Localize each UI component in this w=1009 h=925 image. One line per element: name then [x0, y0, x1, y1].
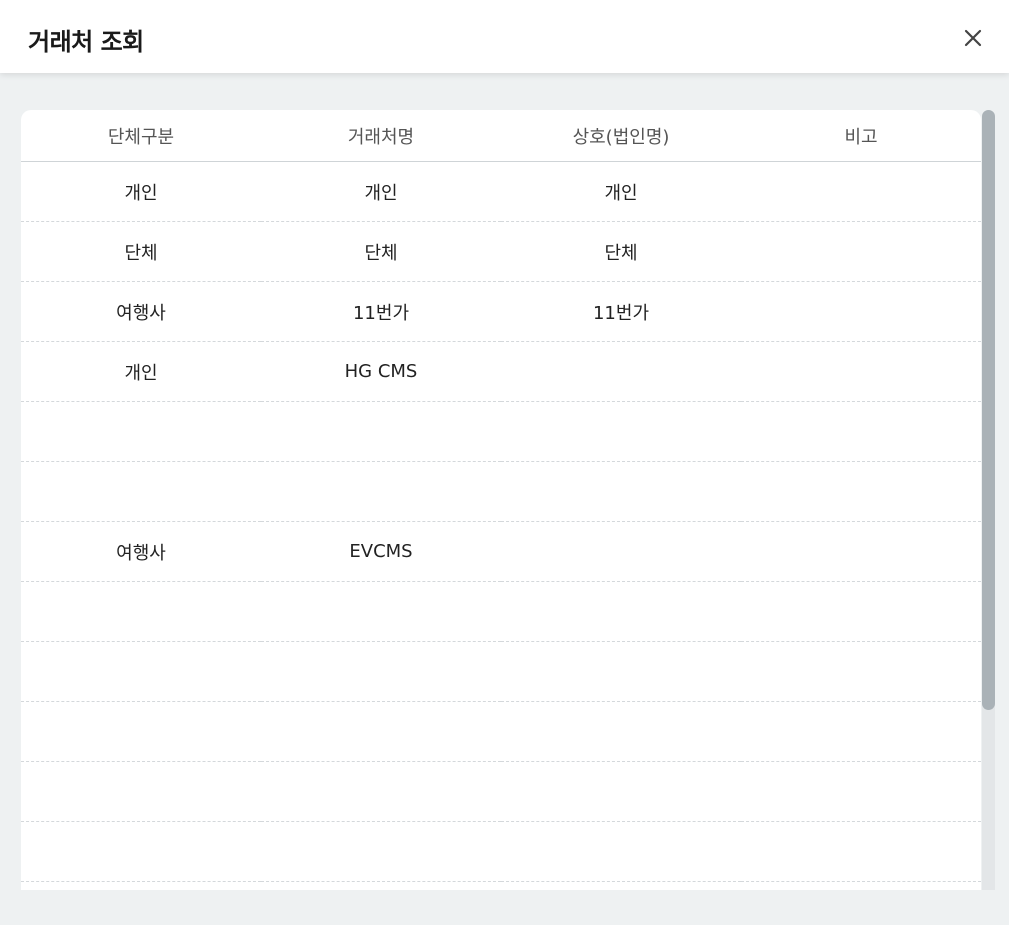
cell-remarks: [741, 821, 981, 882]
dialog-header: 거래처 조회: [0, 0, 1009, 73]
cell-company-name: [501, 821, 741, 882]
cell-group-type: [21, 761, 261, 822]
cell-client-name: EVCMS: [261, 521, 501, 582]
cell-client-name: [261, 701, 501, 762]
cell-remarks: [741, 341, 981, 402]
cell-client-name: [261, 581, 501, 642]
close-button[interactable]: [958, 23, 988, 53]
cell-group-type: 여행사: [21, 281, 261, 342]
cell-client-name: [261, 401, 501, 462]
table-row[interactable]: [21, 761, 981, 822]
cell-remarks: [741, 401, 981, 462]
cell-client-name: [261, 461, 501, 522]
table-header-row: 단체구분 거래처명 상호(법인명) 비고: [21, 110, 981, 162]
cell-group-type: [21, 461, 261, 522]
scrollbar-thumb[interactable]: [982, 110, 995, 710]
table-row[interactable]: 여행사 11번가 11번가: [21, 281, 981, 342]
cell-remarks: [741, 581, 981, 642]
table-row[interactable]: 개인 개인 개인: [21, 161, 981, 222]
table-row[interactable]: [21, 821, 981, 882]
cell-group-type: [21, 701, 261, 762]
client-table-panel: 단체구분 거래처명 상호(법인명) 비고 개인 개인 개인 단체 단체 단체 여행사 11번가…: [21, 110, 981, 890]
table-row[interactable]: 개인 HG CMS: [21, 341, 981, 402]
cell-company-name: [501, 341, 741, 402]
cell-remarks: [741, 461, 981, 522]
cell-company-name: [501, 461, 741, 522]
cell-remarks: [741, 221, 981, 282]
table-row[interactable]: [21, 701, 981, 762]
cell-group-type: [21, 581, 261, 642]
cell-company-name: [501, 401, 741, 462]
dialog-title: 거래처 조회: [28, 28, 144, 56]
client-table: 단체구분 거래처명 상호(법인명) 비고 개인 개인 개인 단체 단체 단체 여행사 11번가…: [21, 110, 981, 882]
table-body: 개인 개인 개인 단체 단체 단체 여행사 11번가 11번가 개인 HG CMS 여행사 EVCMS: [21, 161, 981, 882]
cell-company-name: [501, 761, 741, 822]
cell-company-name: 11번가: [501, 281, 741, 342]
cell-client-name: [261, 821, 501, 882]
cell-remarks: [741, 281, 981, 342]
column-header-company-name: 상호(법인명): [501, 110, 741, 162]
cell-client-name: 11번가: [261, 281, 501, 342]
cell-remarks: [741, 761, 981, 822]
cell-group-type: [21, 401, 261, 462]
cell-remarks: [741, 641, 981, 702]
table-row[interactable]: 단체 단체 단체: [21, 221, 981, 282]
cell-client-name: [261, 641, 501, 702]
cell-company-name: 개인: [501, 161, 741, 222]
table-row[interactable]: 여행사 EVCMS: [21, 521, 981, 582]
cell-group-type: [21, 641, 261, 702]
table-row[interactable]: [21, 461, 981, 522]
column-header-group-type: 단체구분: [21, 110, 261, 162]
table-row[interactable]: [21, 641, 981, 702]
cell-group-type: 여행사: [21, 521, 261, 582]
cell-client-name: [261, 761, 501, 822]
cell-company-name: [501, 581, 741, 642]
cell-client-name: 단체: [261, 221, 501, 282]
table-row[interactable]: [21, 401, 981, 462]
cell-company-name: [501, 701, 741, 762]
cell-remarks: [741, 161, 981, 222]
cell-group-type: 개인: [21, 341, 261, 402]
cell-group-type: 개인: [21, 161, 261, 222]
cell-remarks: [741, 701, 981, 762]
cell-company-name: [501, 521, 741, 582]
cell-company-name: [501, 641, 741, 702]
cell-client-name: 개인: [261, 161, 501, 222]
cell-remarks: [741, 521, 981, 582]
column-header-client-name: 거래처명: [261, 110, 501, 162]
cell-client-name: HG CMS: [261, 341, 501, 402]
table-row[interactable]: [21, 581, 981, 642]
cell-company-name: 단체: [501, 221, 741, 282]
cell-group-type: [21, 821, 261, 882]
cell-group-type: 단체: [21, 221, 261, 282]
column-header-remarks: 비고: [741, 110, 981, 162]
vertical-scrollbar[interactable]: [982, 110, 995, 890]
close-icon: [964, 29, 982, 47]
